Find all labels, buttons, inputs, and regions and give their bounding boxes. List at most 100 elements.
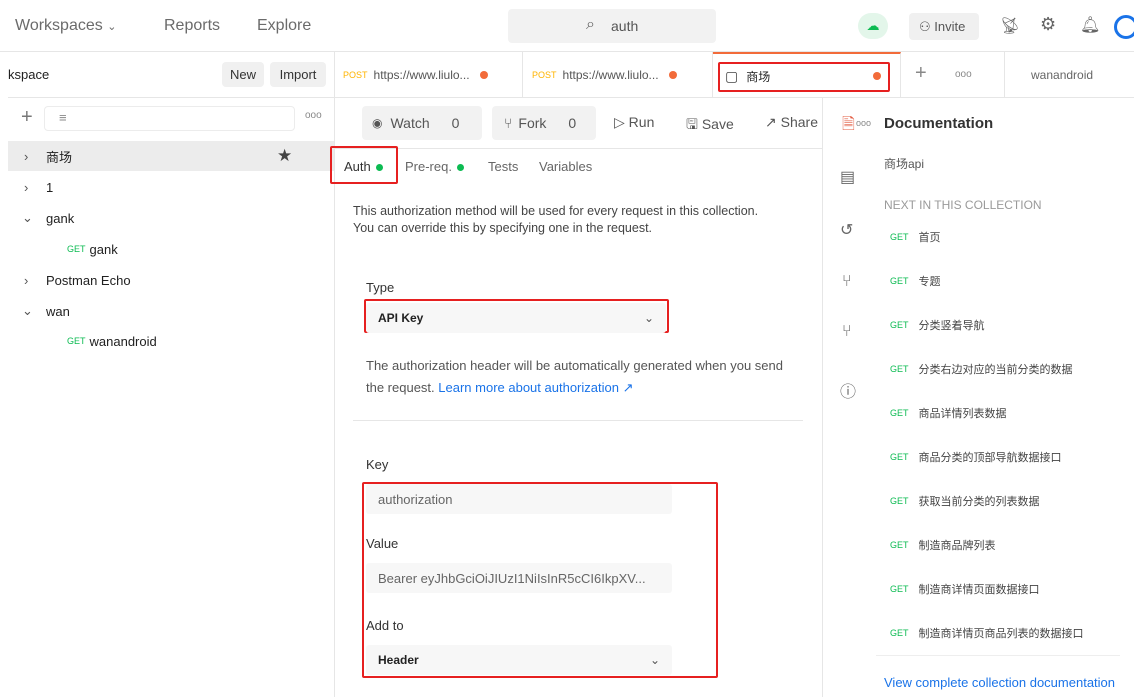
auth-description: This authorization method will be used f… (353, 204, 759, 235)
run-button[interactable]: ▷ Run (614, 114, 654, 131)
save-icon: 🖫︎ (686, 116, 698, 132)
unsaved-dot (479, 71, 488, 79)
share-icon: ↗ (765, 114, 777, 130)
explore-link[interactable]: Explore (257, 17, 311, 35)
method-badge: GET (890, 628, 909, 638)
doc-request-item[interactable]: GET 商品详情列表数据 (890, 405, 1007, 421)
request-label: 分类竖着导航 (918, 320, 985, 332)
add-icon[interactable]: + (21, 106, 33, 129)
search-input[interactable]: ⌕ auth (508, 9, 716, 43)
watch-label: Watch (390, 115, 430, 131)
request-label: 制造商详情页商品列表的数据接口 (918, 628, 1084, 640)
tab-label: https://www.liulo... (373, 68, 470, 82)
tab-variables[interactable]: Variables (539, 159, 592, 174)
environment-selector[interactable]: wanandroid (1031, 68, 1093, 82)
tree-item-label: 商场 (46, 149, 73, 165)
method-badge: GET (890, 452, 909, 462)
auth-header-note: The authorization header will be automat… (366, 355, 796, 399)
run-label: Run (628, 114, 655, 130)
tab-auth[interactable]: Auth (344, 159, 383, 174)
doc-request-item[interactable]: GET 获取当前分类的列表数据 (890, 493, 1040, 509)
history-icon[interactable]: ↺ (840, 220, 853, 240)
tab-tests[interactable]: Tests (488, 159, 518, 174)
tree-item-request[interactable]: GET gank (8, 234, 334, 264)
chevron-down-icon: ⌄ (22, 210, 33, 225)
doc-request-item[interactable]: GET 首页 (890, 229, 941, 245)
method-badge: GET (890, 320, 909, 330)
comments-icon[interactable]: ▤ (840, 167, 855, 187)
new-tab-icon[interactable]: + (915, 62, 927, 85)
tree-item-collection[interactable]: ⌄ wan (8, 296, 334, 326)
method-badge: GET (890, 364, 909, 374)
tree-item-collection[interactable]: › 商场 ★ (8, 141, 334, 171)
save-label: Save (701, 116, 734, 132)
doc-request-item[interactable]: GET 分类右边对应的当前分类的数据 (890, 361, 1073, 377)
filter-input[interactable]: ≡ (44, 106, 295, 131)
doc-request-item[interactable]: GET 制造商详情页面数据接口 (890, 581, 1040, 597)
key-input[interactable]: authorization (366, 484, 672, 514)
value-input[interactable]: Bearer eyJhbGciOiJIUzI1NiIsInR5cCI6IkpXV… (366, 563, 672, 593)
sync-cloud-icon[interactable]: ☁ (858, 13, 888, 39)
tree-item-request[interactable]: GET wanandroid (8, 326, 334, 356)
doc-request-item[interactable]: GET 制造商品牌列表 (890, 537, 996, 553)
more-icon[interactable]: ooo (856, 118, 871, 128)
play-icon: ▷ (614, 114, 625, 130)
fork-button[interactable]: ⑂ Fork 0 (492, 106, 596, 140)
method-badge: GET (67, 336, 86, 346)
doc-request-item[interactable]: GET 分类竖着导航 (890, 317, 985, 333)
share-button[interactable]: ↗ Share (765, 114, 823, 131)
workspace-title: kspace (8, 67, 50, 82)
workspaces-menu[interactable]: Workspaces ⌄ (15, 17, 116, 35)
info-icon[interactable]: ⓘ (840, 378, 856, 402)
tab-collection-active[interactable]: ▢ 商场 (713, 52, 901, 98)
bell-icon[interactable]: 🔔︎ (1080, 15, 1100, 35)
tree-item-collection[interactable]: ⌄ gank (8, 203, 334, 233)
value-value: Bearer eyJhbGciOiJIUzI1NiIsInR5cCI6IkpXV… (378, 570, 646, 586)
tab-request[interactable]: POST https://www.liulo... (335, 52, 523, 98)
view-all-docs-link[interactable]: View complete collection documentation (884, 675, 1134, 690)
pull-request-icon[interactable]: ⑂ (842, 273, 852, 291)
more-icon[interactable]: ooo (305, 110, 322, 121)
tab-request[interactable]: POST https://www.liulo... (523, 52, 713, 98)
filter-icon: ≡ (59, 110, 67, 125)
right-panel (822, 98, 1134, 697)
chevron-right-icon: › (24, 179, 29, 195)
reports-link[interactable]: Reports (164, 17, 220, 35)
save-button[interactable]: 🖫︎ Save (686, 114, 734, 138)
add-user-icon: ⚇ (919, 19, 931, 34)
doc-request-item[interactable]: GET 专题 (890, 273, 941, 289)
avatar[interactable] (1114, 15, 1134, 39)
chevron-right-icon: › (24, 272, 29, 288)
import-button[interactable]: Import (270, 62, 326, 87)
star-icon[interactable]: ★ (277, 146, 292, 166)
addto-label: Add to (366, 618, 404, 633)
method-badge: GET (890, 276, 909, 286)
satellite-icon[interactable]: 📡︎ (1000, 16, 1020, 36)
fork-icon[interactable]: ⑂ (842, 323, 852, 341)
auth-type-select[interactable]: API Key ⌄ (366, 303, 666, 333)
gear-icon[interactable]: ⚙ (1040, 14, 1056, 35)
documentation-icon[interactable]: 🗎︎ (842, 113, 855, 140)
doc-request-item[interactable]: GET 商品分类的顶部导航数据接口 (890, 449, 1062, 465)
new-button[interactable]: New (222, 62, 264, 87)
request-label: 专题 (918, 276, 941, 288)
tree-item-collection[interactable]: › 1 (8, 172, 334, 202)
type-label: Type (366, 280, 395, 295)
method-badge: GET (890, 408, 909, 418)
chevron-down-icon: ⌄ (649, 653, 660, 667)
learn-more-link[interactable]: Learn more about authorization ↗ (438, 380, 633, 395)
chevron-down-icon: ⌄ (107, 21, 117, 33)
select-value: API Key (378, 311, 424, 325)
fork-count: 0 (568, 115, 577, 131)
chevron-down-icon: ⌄ (643, 311, 654, 325)
more-tabs-icon[interactable]: ooo (955, 69, 972, 80)
status-dot (375, 164, 383, 171)
tree-item-collection[interactable]: › Postman Echo (8, 265, 334, 295)
divider (353, 420, 803, 421)
tab-prereq[interactable]: Pre-req. (405, 159, 464, 174)
watch-button[interactable]: ◉ Watch 0 (362, 106, 482, 140)
doc-request-item[interactable]: GET 制造商详情页商品列表的数据接口 (890, 625, 1084, 641)
invite-button[interactable]: ⚇ Invite (909, 13, 979, 40)
addto-select[interactable]: Header ⌄ (366, 645, 672, 675)
fork-icon: ⑂ (504, 115, 513, 131)
